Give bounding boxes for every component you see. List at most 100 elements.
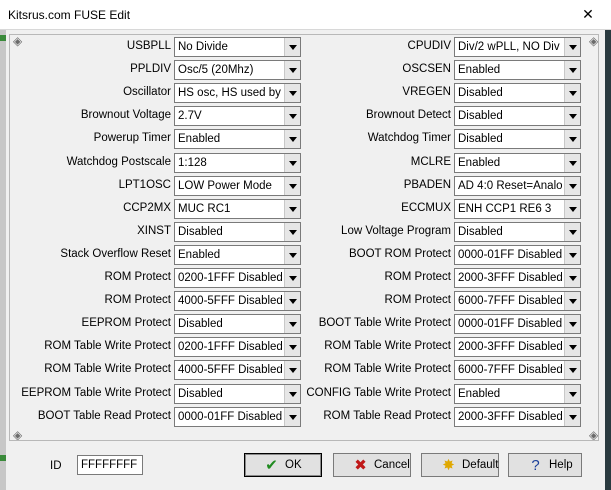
chevron-down-icon (569, 345, 577, 350)
fuse-row: Watchdog Timer Disabled (0, 129, 611, 149)
default-button[interactable]: ✸ Default (421, 453, 499, 477)
fuse-select-value: 2000-3FFF Disabled (458, 341, 562, 353)
dropdown-button[interactable] (564, 361, 580, 379)
sun-icon: ✸ (442, 457, 455, 474)
fuse-select-value: 0000-01FF Disabled (458, 249, 562, 261)
dropdown-button[interactable] (564, 292, 580, 310)
dropdown-button[interactable] (564, 200, 580, 218)
cancel-button[interactable]: ✖ Cancel (333, 453, 411, 477)
chevron-down-icon (569, 322, 577, 327)
fuse-row: ROM Protect 6000-7FFF Disabled (0, 291, 611, 311)
chevron-down-icon (569, 68, 577, 73)
check-icon: ✔ (265, 457, 278, 474)
fuse-row: ROM Protect 2000-3FFF Disabled (0, 268, 611, 288)
fuse-row: ROM Table Write Protect 6000-7FFF Disable… (0, 360, 611, 380)
fuse-label: ROM Protect (384, 271, 451, 283)
fuse-label: MCLRE (410, 156, 451, 168)
fuse-row: Low Voltage Program Disabled (0, 222, 611, 242)
fuse-select[interactable]: 6000-7FFF Disabled (454, 291, 581, 311)
fuse-select[interactable]: 0000-01FF Disabled (454, 314, 581, 334)
fuse-label: ROM Table Write Protect (324, 340, 451, 352)
fuse-select[interactable]: Disabled (454, 83, 581, 103)
dropdown-button[interactable] (564, 408, 580, 426)
edge-marker (0, 455, 6, 461)
dropdown-button[interactable] (564, 38, 580, 56)
title-bar[interactable]: Kitsrus.com FUSE Edit ✕ (0, 0, 611, 30)
fuse-select-value: Disabled (458, 110, 503, 122)
fuse-select[interactable]: Div/2 wPLL, NO Div (454, 37, 581, 57)
chevron-down-icon (569, 184, 577, 189)
fuse-select-value: 0000-01FF Disabled (458, 318, 562, 330)
chevron-down-icon (569, 114, 577, 119)
fuse-select-value: 2000-3FFF Disabled (458, 411, 562, 423)
help-button[interactable]: ? Help (508, 453, 582, 477)
dropdown-button[interactable] (564, 315, 580, 333)
fuse-label: PBADEN (403, 179, 451, 191)
dropdown-button[interactable] (564, 61, 580, 79)
dropdown-button[interactable] (564, 338, 580, 356)
ok-button-label: OK (285, 459, 302, 471)
fuse-select-value: 6000-7FFF Disabled (458, 295, 562, 307)
x-icon: ✖ (354, 457, 367, 474)
fuse-select-value: 2000-3FFF Disabled (458, 272, 562, 284)
fuse-select[interactable]: Disabled (454, 222, 581, 242)
dropdown-button[interactable] (564, 177, 580, 195)
fuse-row: CONFIG Table Write Protect Enabled (0, 384, 611, 404)
dropdown-button[interactable] (564, 130, 580, 148)
fuse-select-value: ENH CCP1 RE6 3 (458, 203, 552, 215)
fuse-select[interactable]: Enabled (454, 60, 581, 80)
fuse-label: VREGEN (402, 86, 451, 98)
dropdown-button[interactable] (564, 385, 580, 403)
chevron-down-icon (569, 253, 577, 258)
fuse-select[interactable]: 2000-3FFF Disabled (454, 337, 581, 357)
chevron-down-icon (569, 368, 577, 373)
fuse-select-value: Disabled (458, 87, 503, 99)
cancel-button-label: Cancel (374, 459, 410, 471)
fuse-select[interactable]: Enabled (454, 384, 581, 404)
fuse-select[interactable]: 2000-3FFF Disabled (454, 407, 581, 427)
fuse-row: Brownout Detect Disabled (0, 106, 611, 126)
fuse-label: CPUDIV (407, 40, 451, 52)
fuse-row: OSCSEN Enabled (0, 60, 611, 80)
fuse-select[interactable]: 2000-3FFF Disabled (454, 268, 581, 288)
chevron-down-icon (569, 230, 577, 235)
fuse-select-value: AD 4:0 Reset=Analog (458, 180, 562, 192)
fuse-select-value: Enabled (458, 64, 501, 76)
fuse-row: VREGEN Disabled (0, 83, 611, 103)
fuse-select[interactable]: 6000-7FFF Disabled (454, 360, 581, 380)
fuse-select-value: Enabled (458, 157, 501, 169)
dropdown-button[interactable] (564, 223, 580, 241)
dropdown-button[interactable] (564, 246, 580, 264)
dropdown-button[interactable] (564, 107, 580, 125)
fuse-row: ROM Table Write Protect 2000-3FFF Disable… (0, 337, 611, 357)
fuse-label: OSCSEN (402, 63, 451, 75)
dropdown-button[interactable] (564, 269, 580, 287)
fuse-label: ROM Table Read Protect (323, 410, 451, 422)
fuse-select-value: Disabled (458, 226, 503, 238)
fuse-select-value: Disabled (458, 133, 503, 145)
dropdown-button[interactable] (564, 154, 580, 172)
fuse-label: BOOT Table Write Protect (318, 317, 451, 329)
fuse-select[interactable]: Disabled (454, 106, 581, 126)
fuse-select[interactable]: AD 4:0 Reset=Analog (454, 176, 581, 196)
fuse-label: BOOT ROM Protect (348, 248, 451, 260)
fuse-row: BOOT Table Write Protect 0000-01FF Disabl… (0, 314, 611, 334)
id-field[interactable]: FFFFFFFF (77, 455, 143, 475)
fuse-row: BOOT ROM Protect 0000-01FF Disabled (0, 245, 611, 265)
help-button-label: Help (549, 459, 573, 471)
fuse-select[interactable]: ENH CCP1 RE6 3 (454, 199, 581, 219)
default-button-label: Default (462, 459, 499, 471)
fuse-select[interactable]: 0000-01FF Disabled (454, 245, 581, 265)
close-icon[interactable]: ✕ (565, 0, 611, 29)
ok-button[interactable]: ✔ OK (244, 453, 322, 477)
fuse-select[interactable]: Disabled (454, 129, 581, 149)
fuse-label: CONFIG Table Write Protect (306, 387, 451, 399)
fuse-label: Brownout Detect (365, 109, 451, 121)
chevron-down-icon (569, 276, 577, 281)
fuse-row: ROM Table Read Protect 2000-3FFF Disabled (0, 407, 611, 427)
fuse-row: PBADEN AD 4:0 Reset=Analog (0, 176, 611, 196)
chevron-down-icon (569, 207, 577, 212)
fuse-label: Watchdog Timer (367, 132, 451, 144)
dropdown-button[interactable] (564, 84, 580, 102)
fuse-select[interactable]: Enabled (454, 153, 581, 173)
